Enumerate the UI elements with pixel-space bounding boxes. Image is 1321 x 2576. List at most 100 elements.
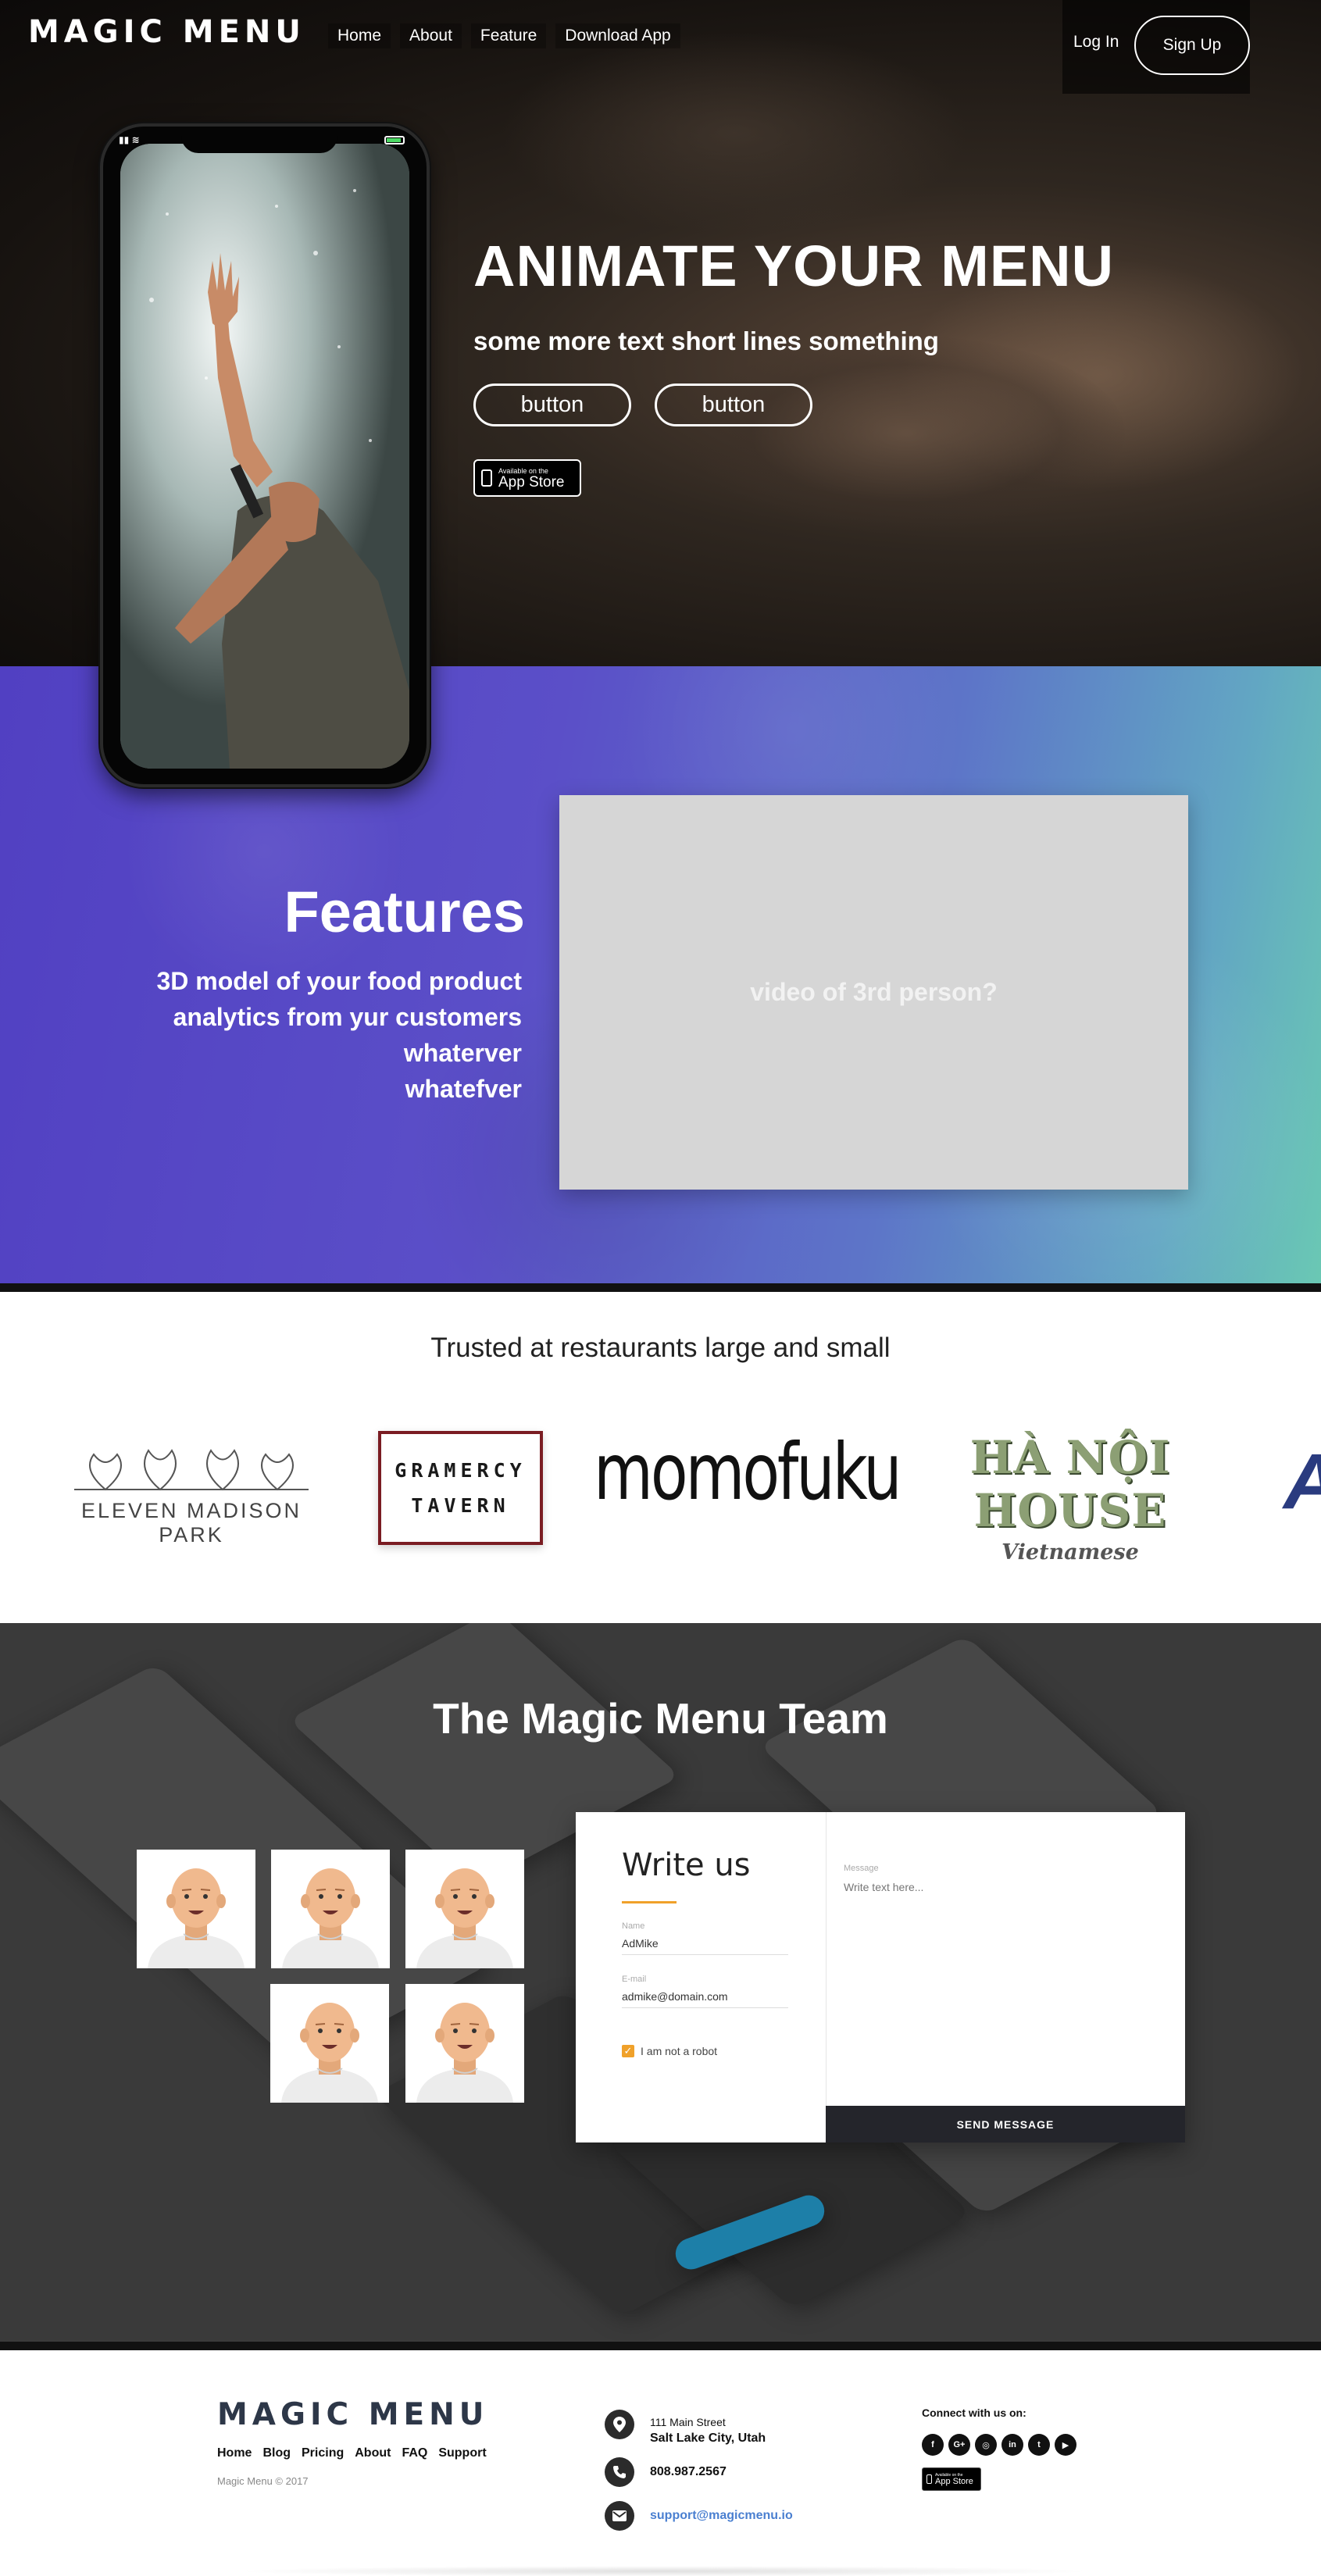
logo-eleven-madison-park-text: ELEVEN MADISON PARK xyxy=(80,1499,302,1547)
logo-eleven-madison-park: ELEVEN MADISON PARK xyxy=(62,1447,320,1547)
logo-hanoi-main: HÀ NỘI HOUSE xyxy=(969,1431,1171,1537)
footer-email[interactable]: support@magicmenu.io xyxy=(650,2509,793,2523)
phone-screen xyxy=(120,144,409,769)
phone-mockup: ▮▮ ≋ xyxy=(100,123,430,787)
team-avatar[interactable] xyxy=(405,1984,524,2103)
footer-link-home[interactable]: Home xyxy=(217,2446,252,2460)
section-divider xyxy=(0,2342,1321,2350)
brand-logo[interactable]: MAGIC MENU xyxy=(28,14,305,50)
phone-notch xyxy=(181,127,337,153)
logo-hanoi-sub: Vietnamese xyxy=(1001,1540,1139,1565)
logo-gramercy-line2: TAVERN xyxy=(411,1494,510,1517)
footer-appstore-badge[interactable]: Available on the App Store xyxy=(922,2467,981,2491)
phone-icon xyxy=(605,2457,634,2487)
email-icon xyxy=(605,2501,634,2531)
hero-button-secondary[interactable]: button xyxy=(655,384,812,426)
hero-background-light xyxy=(500,31,969,234)
trusted-section: Trusted at restaurants large and small E… xyxy=(0,1292,1321,1623)
main-nav: Home About Feature Download App xyxy=(328,23,680,48)
team-avatar[interactable] xyxy=(137,1850,255,1968)
hero-subline: some more text short lines something xyxy=(473,326,939,355)
google-plus-icon[interactable]: G+ xyxy=(948,2434,970,2456)
person-avatar-icon xyxy=(137,1850,255,1968)
hero-background-plate xyxy=(687,336,1125,531)
video-placeholder[interactable]: video of 3rd person? xyxy=(559,795,1188,1190)
footer-connect-label: Connect with us on: xyxy=(922,2407,1026,2419)
appstore-big-text: App Store xyxy=(498,473,565,491)
person-avatar-icon xyxy=(271,1850,390,1968)
twitter-icon[interactable]: t xyxy=(1028,2434,1050,2456)
team-title: The Magic Menu Team xyxy=(433,1694,888,1743)
message-column: Message xyxy=(826,1812,1185,2143)
message-field[interactable] xyxy=(844,1881,1172,2084)
person-avatar-icon xyxy=(270,1984,389,2103)
footer-link-support[interactable]: Support xyxy=(438,2446,486,2460)
instagram-icon[interactable]: ◎ xyxy=(975,2434,997,2456)
hero-button-primary[interactable]: button xyxy=(473,384,631,426)
linkedin-icon[interactable]: in xyxy=(1001,2434,1023,2456)
phone-icon xyxy=(481,469,492,487)
section-divider xyxy=(0,1283,1321,1292)
feature-item: 3D model of your food product xyxy=(156,967,522,995)
footer-link-pricing[interactable]: Pricing xyxy=(302,2446,344,2460)
nav-home[interactable]: Home xyxy=(328,23,391,48)
leaf-emblem-icon xyxy=(74,1449,309,1491)
footer-address-city: Salt Lake City, Utah xyxy=(650,2432,766,2445)
hero-appstore-badge[interactable]: Available on the App Store xyxy=(473,459,581,497)
name-field[interactable] xyxy=(622,1936,788,1955)
team-avatar[interactable] xyxy=(405,1850,524,1968)
feature-item: whatefver xyxy=(405,1075,522,1103)
phone-icon xyxy=(926,2474,932,2484)
footer-phone[interactable]: 808.987.2567 xyxy=(650,2465,727,2479)
team-section: The Magic Menu Team Write us Name E-mail… xyxy=(0,1623,1321,2342)
checkbox-checked-icon[interactable]: ✓ xyxy=(622,2045,634,2057)
concert-photo xyxy=(120,144,409,769)
logo-partial-cutoff: A xyxy=(1284,1437,1321,1527)
signup-button[interactable]: Sign Up xyxy=(1134,16,1250,75)
battery-icon xyxy=(384,136,405,144)
logo-momofuku: momofuku xyxy=(594,1426,902,1518)
footer: MAGIC MENU Home Blog Pricing About FAQ S… xyxy=(0,2350,1321,2576)
footer-links: Home Blog Pricing About FAQ Support xyxy=(217,2446,487,2460)
nav-feature[interactable]: Feature xyxy=(470,23,547,48)
team-avatar[interactable] xyxy=(271,1850,390,1968)
footer-appstore-text: Available on the App Store xyxy=(935,2473,973,2486)
video-placeholder-label: video of 3rd person? xyxy=(750,978,998,1006)
appstore-small-text: Available on the xyxy=(498,466,548,475)
feature-item: analytics from yur customers xyxy=(173,1003,522,1031)
name-label: Name xyxy=(622,1921,645,1931)
facebook-icon[interactable]: f xyxy=(922,2434,944,2456)
features-title: Features xyxy=(284,879,525,944)
feature-item: whaterver xyxy=(403,1039,522,1067)
person-avatar-icon xyxy=(405,1850,524,1968)
login-link[interactable]: Log In xyxy=(1073,33,1119,52)
nav-download-app[interactable]: Download App xyxy=(555,23,680,48)
robot-checkbox-row[interactable]: ✓ I am not a robot xyxy=(622,2045,717,2057)
send-message-button[interactable]: SEND MESSAGE xyxy=(826,2106,1185,2143)
features-list: 3D model of your food product analytics … xyxy=(78,963,522,1107)
location-pin-icon xyxy=(605,2410,634,2439)
footer-link-faq[interactable]: FAQ xyxy=(402,2446,427,2460)
logo-hanoi-house: HÀ NỘI HOUSE Vietnamese xyxy=(898,1431,1242,1565)
team-avatar[interactable] xyxy=(270,1984,389,2103)
contact-title: Write us xyxy=(622,1847,751,1883)
footer-shadow xyxy=(234,2566,1094,2576)
contact-form-card: Write us Name E-mail ✓ I am not a robot … xyxy=(576,1812,1185,2143)
person-avatar-icon xyxy=(405,1984,524,2103)
footer-appstore-big: App Store xyxy=(935,2476,973,2486)
youtube-icon[interactable]: ▶ xyxy=(1055,2434,1076,2456)
robot-label: I am not a robot xyxy=(641,2045,718,2057)
email-label: E-mail xyxy=(622,1975,647,1984)
logo-gramercy-tavern: GRAMERCY TAVERN xyxy=(378,1431,543,1545)
footer-link-about[interactable]: About xyxy=(355,2446,391,2460)
footer-address-street: 111 Main Street xyxy=(650,2416,726,2428)
footer-link-blog[interactable]: Blog xyxy=(262,2446,291,2460)
logo-gramercy-line1: GRAMERCY xyxy=(395,1459,527,1482)
footer-brand[interactable]: MAGIC MENU xyxy=(217,2397,488,2432)
social-links: f G+ ◎ in t ▶ xyxy=(922,2434,1076,2456)
signal-icon: ▮▮ ≋ xyxy=(119,134,140,145)
nav-about[interactable]: About xyxy=(400,23,462,48)
footer-copyright: Magic Menu © 2017 xyxy=(217,2475,309,2487)
email-field[interactable] xyxy=(622,1989,788,2008)
hero-headline: ANIMATE YOUR MENU xyxy=(473,234,1115,298)
